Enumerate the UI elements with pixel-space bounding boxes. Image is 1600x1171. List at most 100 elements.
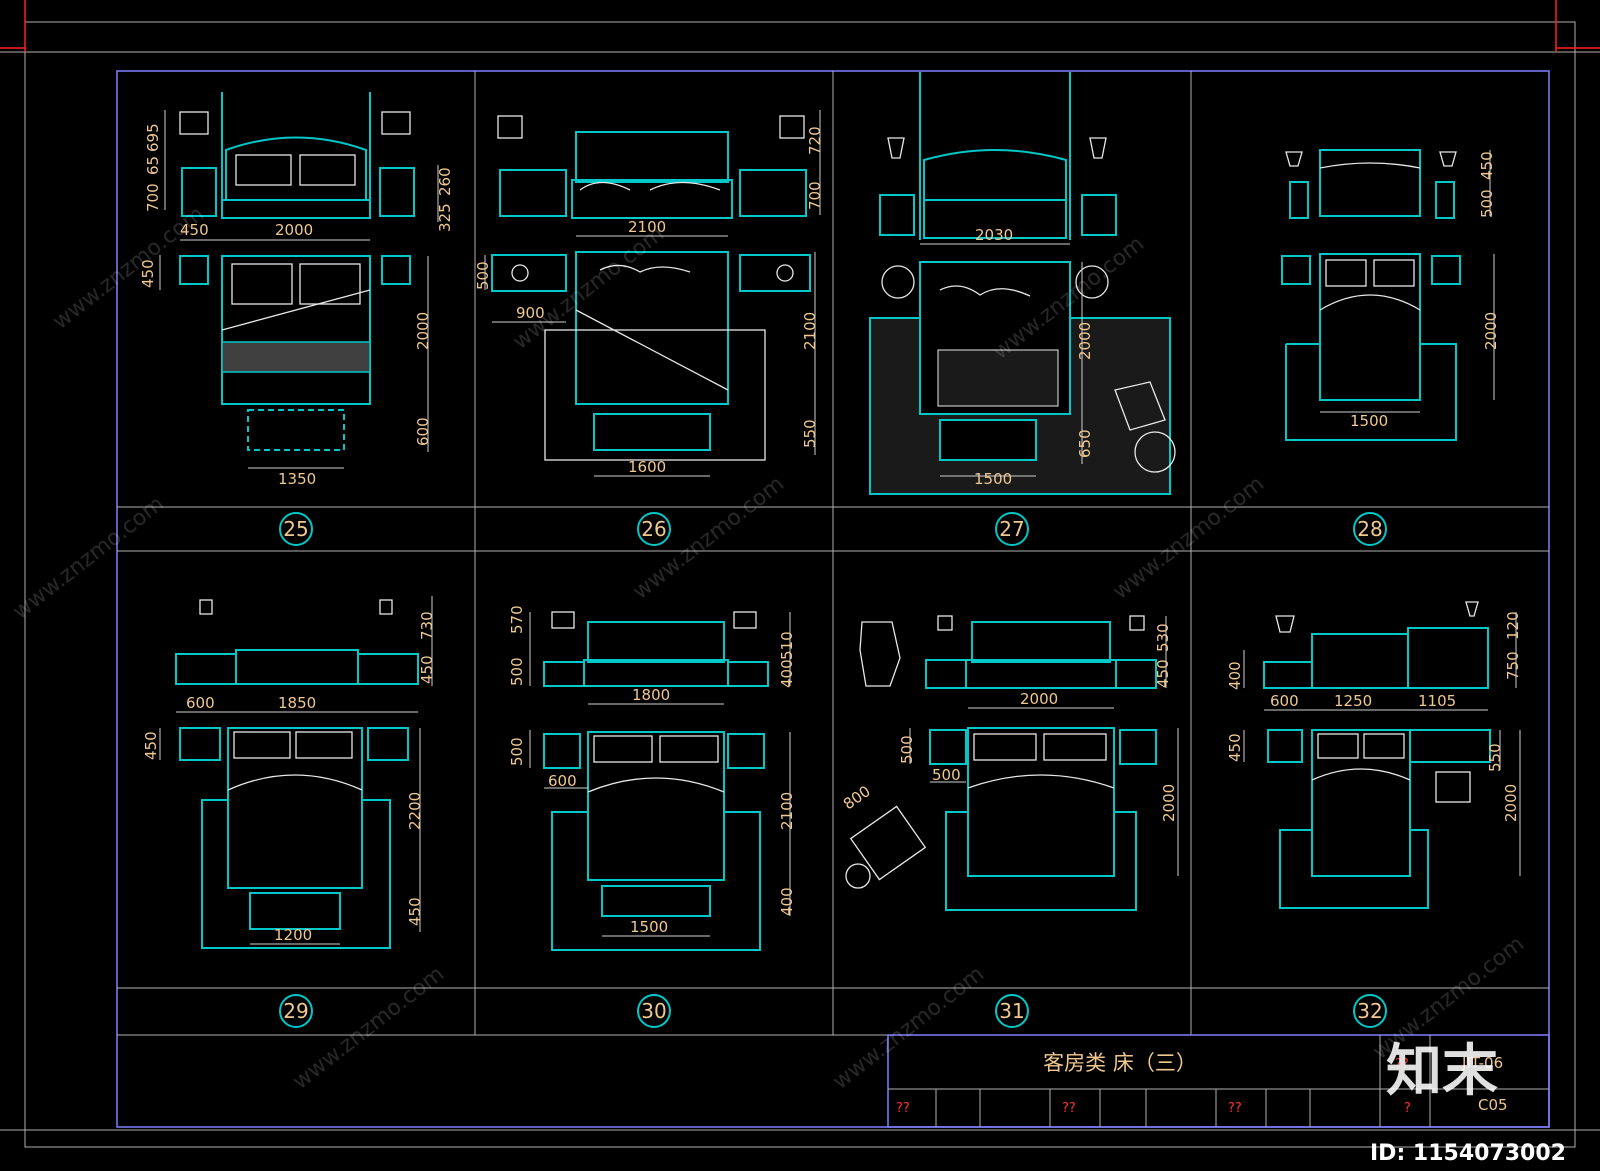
- bed-plan-26: [491, 251, 811, 461]
- svg-text:450: 450: [406, 897, 424, 926]
- svg-text:600: 600: [548, 772, 577, 790]
- bed-plan-31: [845, 727, 1157, 911]
- panel-number-30: 30: [637, 994, 671, 1028]
- svg-text:450: 450: [1154, 659, 1172, 688]
- panel-30-drawing: 570 500 510 400 1800 500 600 2100 400 15…: [508, 605, 796, 951]
- svg-text:26: 26: [641, 517, 666, 541]
- bed-elevation-31: [859, 615, 1157, 689]
- svg-text:1200: 1200: [274, 926, 312, 944]
- bed-elevation-30: [543, 611, 769, 687]
- title-mark-2: ??: [1062, 1101, 1076, 1116]
- svg-text:2000: 2000: [1482, 312, 1500, 350]
- svg-text:2100: 2100: [778, 792, 796, 830]
- svg-text:32: 32: [1357, 999, 1382, 1023]
- svg-text:400: 400: [1226, 661, 1244, 690]
- panel-25-drawing: 700 65 695 260 325 450 2000 450 2000 600…: [139, 92, 454, 488]
- watermark-site-8: www.znzmo.com: [828, 961, 989, 1094]
- panel-number-26: 26: [637, 512, 671, 546]
- svg-text:600: 600: [414, 417, 432, 446]
- svg-text:2000: 2000: [1020, 690, 1058, 708]
- bed-elevation-26: [497, 115, 807, 219]
- svg-text:2000: 2000: [275, 221, 313, 239]
- svg-text:550: 550: [801, 419, 819, 448]
- svg-text:400: 400: [778, 659, 796, 688]
- panel-number-28: 28: [1353, 512, 1387, 546]
- watermark-site-4: www.znzmo.com: [8, 491, 169, 624]
- watermark-logo: 知末 ID: 1154073002: [1370, 1039, 1566, 1166]
- svg-text:2000: 2000: [414, 312, 432, 350]
- bed-plan-29: [179, 727, 409, 949]
- panel-number-31: 31: [995, 994, 1029, 1028]
- svg-text:550: 550: [1486, 743, 1504, 772]
- svg-text:450: 450: [418, 655, 436, 684]
- cad-drawing-sheet: 25 26 27 28 29 30 31 32 700 65 695 260 3…: [0, 0, 1600, 1166]
- watermark-layer: www.znzmo.com www.znzmo.com www.znzmo.co…: [8, 201, 1529, 1094]
- svg-text:700: 700: [144, 183, 162, 212]
- svg-text:1600: 1600: [628, 458, 666, 476]
- svg-text:2100: 2100: [801, 312, 819, 350]
- watermark-site-2: www.znzmo.com: [508, 221, 669, 354]
- svg-text:2200: 2200: [406, 792, 424, 830]
- bed-elevation-28: [1285, 149, 1457, 219]
- dimensions-32: 120 750 400 600 1250 1105 450 550 2000: [1226, 611, 1522, 876]
- title-mark-3: ??: [1228, 1101, 1242, 1116]
- svg-text:450: 450: [142, 731, 160, 760]
- svg-text:1105: 1105: [1418, 692, 1456, 710]
- svg-text:500: 500: [932, 766, 961, 784]
- svg-text:800: 800: [840, 782, 874, 813]
- svg-text:600: 600: [1270, 692, 1299, 710]
- svg-text:530: 530: [1154, 623, 1172, 652]
- svg-text:500: 500: [474, 261, 492, 290]
- bed-elevation-29: [175, 599, 419, 685]
- bed-plan-32: [1267, 729, 1491, 909]
- svg-text:31: 31: [999, 999, 1024, 1023]
- svg-text:400: 400: [778, 887, 796, 916]
- svg-text:30: 30: [641, 999, 666, 1023]
- svg-text:730: 730: [418, 611, 436, 640]
- svg-text:500: 500: [898, 735, 916, 764]
- panel-26-drawing: 720 700 2100 500 900 2100 550 1600: [474, 110, 824, 477]
- dimensions-31: 530 450 2000 500 500 800 2000: [840, 616, 1179, 876]
- svg-text:720: 720: [806, 126, 824, 155]
- panel-number-32: 32: [1353, 994, 1387, 1028]
- svg-text:600: 600: [186, 694, 215, 712]
- panel-number-29: 29: [279, 994, 313, 1028]
- svg-text:1500: 1500: [974, 470, 1012, 488]
- svg-text:695: 695: [144, 123, 162, 152]
- dimensions-25: 700 65 695 260 325 450 2000 450 2000 600…: [139, 110, 454, 488]
- svg-text:2000: 2000: [1502, 784, 1520, 822]
- svg-text:570: 570: [508, 605, 526, 634]
- svg-text:450: 450: [1226, 733, 1244, 762]
- svg-text:650: 650: [1076, 429, 1094, 458]
- svg-text:2030: 2030: [975, 226, 1013, 244]
- svg-text:1500: 1500: [630, 918, 668, 936]
- panel-number-27: 27: [995, 512, 1029, 546]
- svg-text:27: 27: [999, 517, 1024, 541]
- panel-number-25: 25: [279, 512, 313, 546]
- svg-text:500: 500: [508, 657, 526, 686]
- svg-text:1250: 1250: [1334, 692, 1372, 710]
- svg-text:2000: 2000: [1076, 322, 1094, 360]
- bed-elevation-32: [1263, 601, 1489, 689]
- svg-text:29: 29: [283, 999, 308, 1023]
- panel-29-drawing: 730 450 600 1850 450 2200 450 1200: [142, 596, 436, 949]
- svg-text:500: 500: [1478, 189, 1496, 218]
- svg-text:1350: 1350: [278, 470, 316, 488]
- svg-text:知末: 知末: [1386, 1039, 1498, 1104]
- sheet-title: 客房类 床（三）: [1043, 1051, 1197, 1075]
- svg-text:1500: 1500: [1350, 412, 1388, 430]
- svg-text:450: 450: [1478, 151, 1496, 180]
- dimensions-29: 730 450 600 1850 450 2200 450 1200: [142, 596, 436, 945]
- svg-text:1800: 1800: [632, 686, 670, 704]
- svg-text:700: 700: [806, 181, 824, 210]
- svg-text:510: 510: [778, 631, 796, 660]
- bed-elevation-25: [221, 92, 371, 219]
- svg-text:25: 25: [283, 517, 308, 541]
- sheet-border: [0, 0, 1600, 1148]
- svg-text:500: 500: [508, 737, 526, 766]
- svg-text:2000: 2000: [1160, 784, 1178, 822]
- svg-text:65: 65: [144, 156, 162, 175]
- svg-text:120: 120: [1504, 611, 1522, 640]
- svg-text:1850: 1850: [278, 694, 316, 712]
- panel-28-drawing: 450 500 2000 1500: [1281, 149, 1500, 441]
